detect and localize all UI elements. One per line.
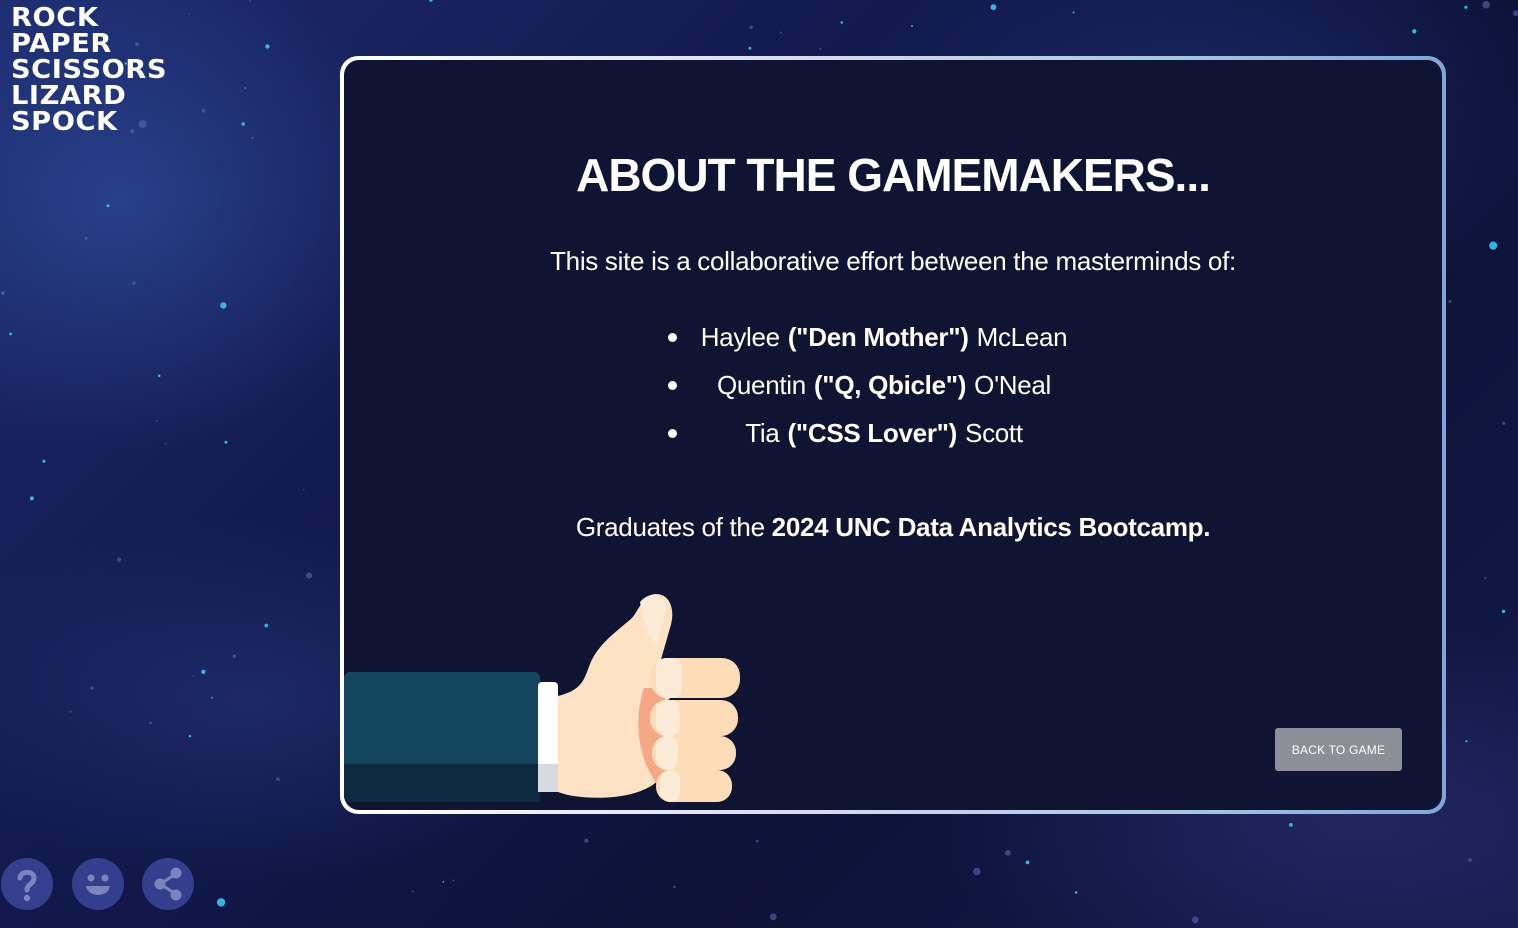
bullet-icon	[668, 429, 677, 438]
about-modal-body: ABOUT THE GAMEMAKERS... This site is a c…	[344, 60, 1442, 810]
member-list: Haylee ("Den Mother") McLean Quentin ("Q, Q…	[664, 318, 1084, 462]
game-logo: ROCK PAPER SCISSORS LIZARD SPOCK	[11, 5, 167, 135]
share-button[interactable]	[142, 858, 194, 910]
about-intro: This site is a collaborative effort betw…	[550, 246, 1236, 276]
member-nickname: ("CSS Lover")	[787, 418, 958, 448]
member-first-name: Quentin	[716, 370, 806, 400]
member-item: Tia ("CSS Lover") Scott	[664, 414, 1084, 462]
thumbs-up-illustration	[344, 594, 740, 802]
member-last-name: O'Neal	[974, 370, 1052, 400]
member-item: Quentin ("Q, Qbicle") O'Neal	[664, 366, 1084, 414]
question-icon	[17, 869, 37, 902]
help-button[interactable]	[1, 858, 53, 910]
logo-line-paper: PAPER	[11, 29, 112, 59]
logo-line-spock: SPOCK	[11, 107, 118, 137]
back-to-game-button[interactable]: BACK TO GAME	[1275, 728, 1402, 771]
smiley-icon	[86, 874, 110, 895]
member-item: Haylee ("Den Mother") McLean	[664, 318, 1084, 366]
graduates-text: Graduates of the 2024 UNC Data Analytics…	[344, 512, 1442, 543]
about-modal: ABOUT THE GAMEMAKERS... This site is a c…	[340, 56, 1446, 814]
bullet-icon	[668, 381, 677, 390]
member-first-name: Haylee	[700, 322, 780, 352]
share-icon	[154, 867, 182, 901]
logo-line-scissors: SCISSORS	[11, 55, 168, 85]
member-first-name: Tia	[745, 418, 780, 448]
bullet-icon	[668, 333, 677, 342]
member-nickname: ("Den Mother")	[787, 322, 969, 352]
member-nickname: ("Q, Qbicle")	[813, 370, 967, 400]
emoji-button[interactable]	[72, 858, 124, 910]
logo-line-lizard: LIZARD	[11, 81, 127, 111]
logo-line-rock: ROCK	[11, 3, 99, 33]
member-last-name: Scott	[965, 418, 1023, 448]
graduates-prefix: Graduates of the	[575, 512, 772, 542]
graduates-program: 2024 UNC Data Analytics Bootcamp.	[771, 512, 1211, 542]
member-last-name: McLean	[976, 322, 1068, 352]
about-title: ABOUT THE GAMEMAKERS...	[576, 149, 1211, 201]
